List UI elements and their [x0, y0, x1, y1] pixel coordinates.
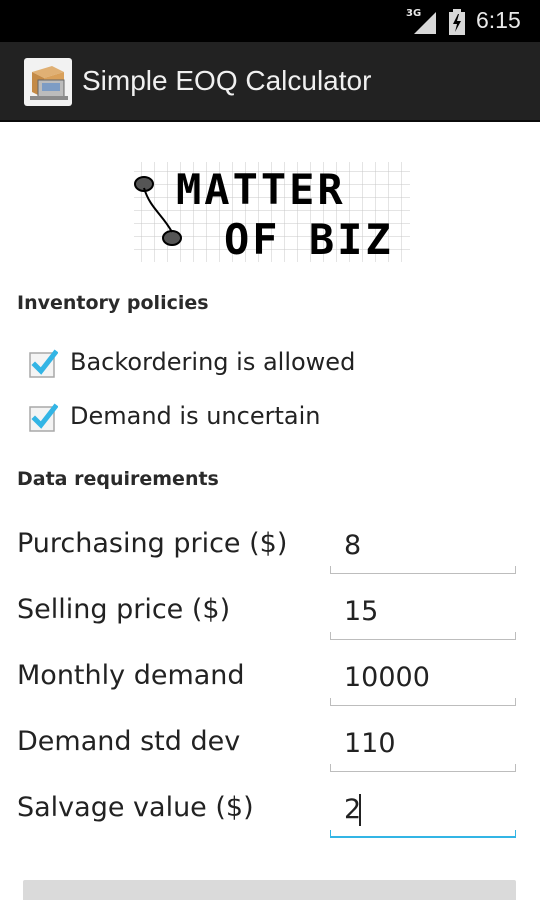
checkbox-checked-icon[interactable] — [28, 349, 58, 379]
clock: 6:15 — [476, 7, 521, 33]
checkbox-checked-icon[interactable] — [28, 403, 58, 433]
salvage-value-input[interactable] — [330, 786, 516, 832]
battery-charging-icon — [449, 9, 465, 35]
text-cursor — [359, 794, 361, 826]
input-underline — [330, 698, 516, 706]
uncertain-demand-label: Demand is uncertain — [70, 402, 321, 430]
monthly-demand-input[interactable] — [330, 654, 516, 700]
input-underline — [330, 632, 516, 640]
demand-std-dev-input[interactable] — [330, 720, 516, 766]
demand-std-dev-label: Demand std dev — [17, 726, 241, 757]
input-underline-focused — [330, 830, 516, 838]
app-box-icon[interactable] — [24, 58, 72, 106]
data-requirements-header: Data requirements — [17, 468, 219, 490]
uncertain-demand-checkbox-row[interactable]: Demand is uncertain — [28, 396, 508, 436]
salvage-value-row: Salvage value ($) — [0, 780, 540, 840]
salvage-value-label: Salvage value ($) — [17, 792, 254, 823]
selling-price-input[interactable] — [330, 588, 516, 634]
input-underline — [330, 764, 516, 772]
purchasing-price-row: Purchasing price ($) — [0, 516, 540, 576]
logo-line2: OF BIZ — [224, 215, 394, 264]
status-bar: 3G 6:15 — [0, 0, 540, 42]
purchasing-price-input[interactable] — [330, 522, 516, 568]
input-underline — [330, 566, 516, 574]
inventory-policies-header: Inventory policies — [17, 292, 209, 314]
calculate-button[interactable] — [23, 880, 516, 900]
backordering-label: Backordering is allowed — [70, 348, 356, 376]
demand-std-dev-row: Demand std dev — [0, 714, 540, 774]
monthly-demand-label: Monthly demand — [17, 660, 245, 691]
logo-line1: MATTER — [176, 165, 346, 214]
signal-icon — [414, 12, 436, 34]
action-bar: Simple EOQ Calculator — [0, 42, 540, 122]
app-title: Simple EOQ Calculator — [82, 65, 372, 96]
monthly-demand-row: Monthly demand — [0, 648, 540, 708]
purchasing-price-label: Purchasing price ($) — [17, 528, 288, 559]
backordering-checkbox-row[interactable]: Backordering is allowed — [28, 342, 508, 382]
matter-of-biz-logo: MATTER OF BIZ — [134, 162, 410, 264]
selling-price-label: Selling price ($) — [17, 594, 231, 625]
selling-price-row: Selling price ($) — [0, 582, 540, 642]
